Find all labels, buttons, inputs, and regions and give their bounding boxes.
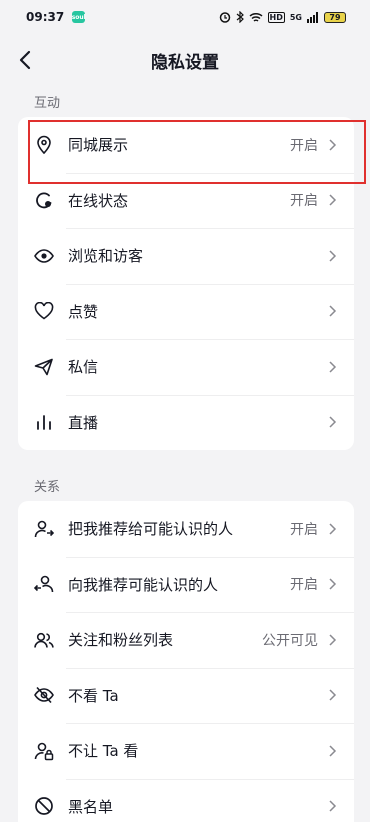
row-recommend-me-to-others[interactable]: 把我推荐给可能认识的人 开启: [18, 501, 354, 557]
section-label-interaction: 互动: [34, 96, 61, 111]
relationship-card: 把我推荐给可能认识的人 开启 向我推荐可能认识的人 开启 关注和粉丝列表 公开可…: [18, 501, 354, 822]
row-nearby-display[interactable]: 同城展示 开启: [18, 117, 354, 173]
row-recommend-people-to-me[interactable]: 向我推荐可能认识的人 开启: [18, 556, 354, 613]
row-likes[interactable]: 点赞: [18, 283, 354, 340]
row-label: 把我推荐给可能认识的人: [68, 520, 234, 539]
chevron-right-icon: [329, 634, 337, 646]
row-value: 公开可见: [262, 632, 318, 649]
alarm-icon: [219, 12, 230, 23]
row-label: 不看 Ta: [68, 686, 119, 705]
row-label: 同城展示: [68, 136, 129, 155]
row-following-followers-list[interactable]: 关注和粉丝列表 公开可见: [18, 612, 354, 668]
chevron-right-icon: [329, 578, 337, 590]
chevron-right-icon: [329, 305, 337, 317]
row-live[interactable]: 直播: [18, 394, 354, 451]
row-label: 在线状态: [68, 191, 129, 210]
eye-off-icon: [34, 685, 54, 705]
user-recommend-icon: [34, 574, 54, 594]
wifi-icon: [249, 12, 263, 22]
status-bar: 09:37 soul HD 5G 79: [0, 0, 370, 34]
users-icon: [34, 630, 54, 650]
back-arrow-icon[interactable]: [14, 48, 38, 72]
block-icon: [34, 796, 54, 816]
hd-badge: HD: [267, 11, 285, 23]
chevron-right-icon: [329, 194, 337, 206]
row-label: 向我推荐可能认识的人: [68, 575, 219, 594]
chevron-right-icon: [329, 139, 337, 151]
heart-icon: [34, 301, 54, 321]
network-label: 5G: [289, 12, 302, 22]
row-value: 开启: [290, 137, 318, 154]
battery-icon: 79: [324, 11, 346, 23]
row-label: 私信: [68, 358, 99, 377]
row-value: 开启: [290, 521, 318, 538]
user-lock-icon: [34, 741, 54, 761]
row-value: 开启: [290, 193, 318, 210]
chevron-right-icon: [329, 416, 337, 428]
header: 隐私设置: [0, 44, 370, 76]
row-label: 浏览和访客: [68, 247, 144, 266]
location-pin-icon: [34, 135, 54, 155]
row-label: 直播: [68, 413, 99, 432]
row-blacklist[interactable]: 黑名单: [18, 778, 354, 822]
bluetooth-icon: [236, 11, 244, 23]
row-hide-my-content[interactable]: 不让 Ta 看: [18, 723, 354, 779]
row-online-status[interactable]: 在线状态 开启: [18, 172, 354, 229]
chevron-right-icon: [329, 361, 337, 373]
chevron-right-icon: [329, 250, 337, 262]
page-title: 隐私设置: [151, 52, 219, 73]
app-notification-icon: soul: [72, 11, 86, 23]
user-share-icon: [34, 519, 54, 539]
paper-plane-icon: [34, 357, 54, 377]
signal-icon: [307, 11, 318, 23]
chevron-right-icon: [329, 523, 337, 535]
eye-icon: [34, 246, 54, 266]
chevron-right-icon: [329, 689, 337, 701]
status-icons: HD 5G 79: [219, 11, 346, 23]
row-value: 开启: [290, 577, 318, 594]
chevron-right-icon: [329, 800, 337, 812]
online-status-icon: [34, 190, 54, 210]
row-label: 关注和粉丝列表: [68, 631, 174, 650]
interaction-card: 同城展示 开启 在线状态 开启 浏览和访客 点赞 私信 直播: [18, 117, 354, 450]
row-views-and-visitors[interactable]: 浏览和访客: [18, 228, 354, 284]
status-time: 09:37: [26, 10, 65, 24]
row-hide-their-content[interactable]: 不看 Ta: [18, 667, 354, 724]
live-bars-icon: [34, 412, 54, 432]
chevron-right-icon: [329, 745, 337, 757]
row-direct-messages[interactable]: 私信: [18, 339, 354, 395]
row-label: 点赞: [68, 302, 99, 321]
row-label: 黑名单: [68, 797, 114, 816]
row-label: 不让 Ta 看: [68, 742, 139, 761]
section-label-relationship: 关系: [34, 480, 61, 495]
